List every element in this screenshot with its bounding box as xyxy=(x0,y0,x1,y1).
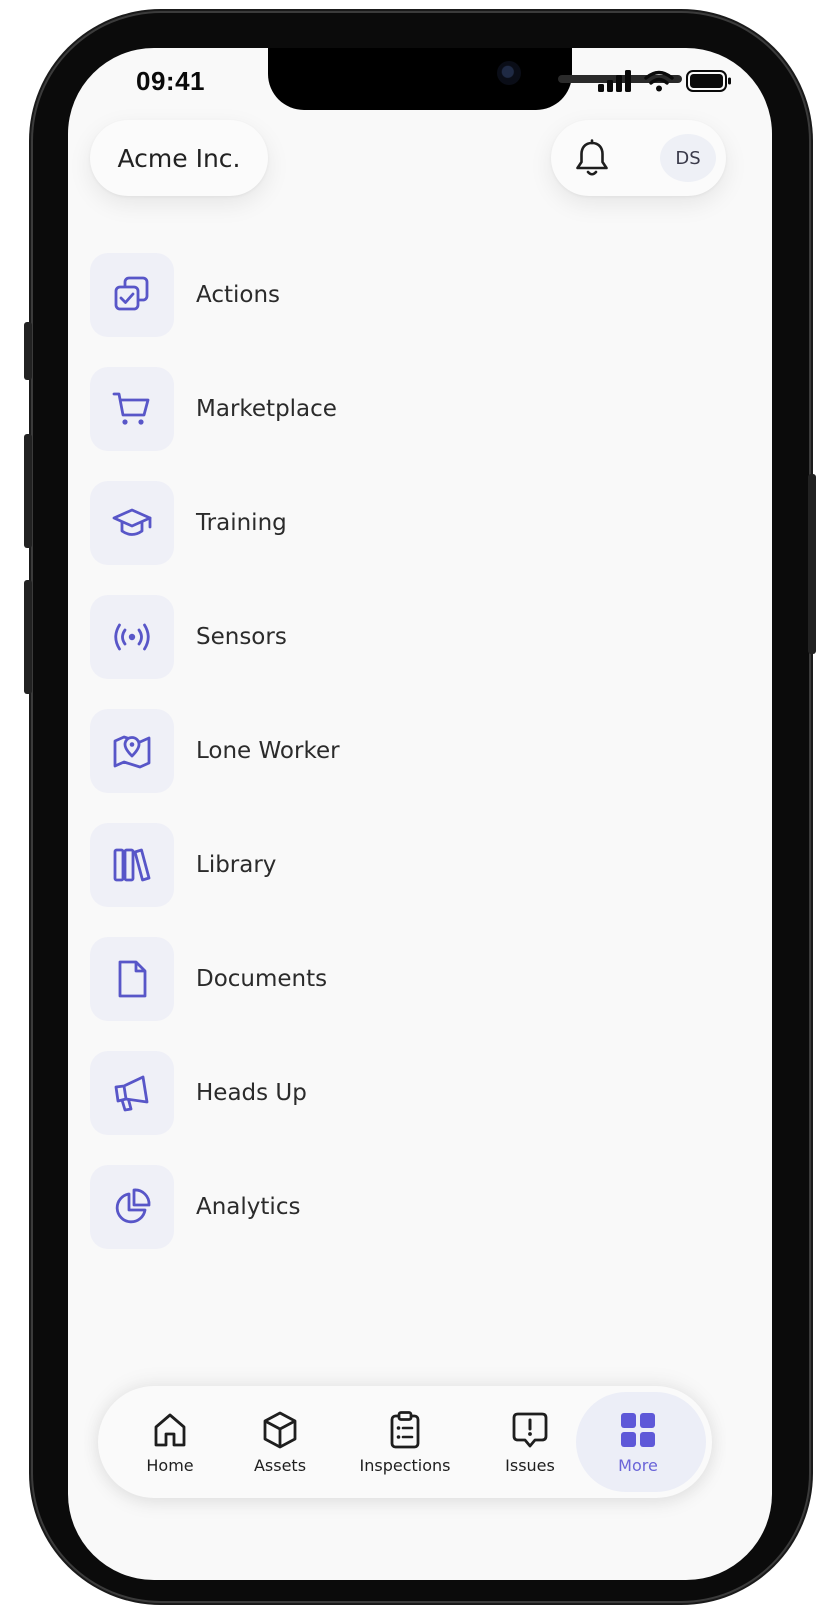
status-icons xyxy=(598,70,732,92)
tab-inspections[interactable]: Inspections xyxy=(343,1386,467,1498)
alert-bubble-icon xyxy=(512,1412,548,1447)
check-squares-icon xyxy=(114,276,149,311)
books-icon xyxy=(113,848,151,882)
grid-icon xyxy=(621,1412,655,1447)
cart-icon xyxy=(112,392,150,425)
notch xyxy=(268,48,682,110)
menu-icon-tile xyxy=(90,1051,174,1135)
company-name: Acme Inc. xyxy=(117,143,241,173)
tab-label: Assets xyxy=(253,1455,307,1475)
header-actions: DS xyxy=(551,120,726,196)
tab-label: Home xyxy=(146,1455,194,1475)
menu-item-label: Sensors xyxy=(196,624,287,650)
menu-icon-tile xyxy=(90,595,174,679)
clipboard-icon xyxy=(390,1410,420,1448)
company-switcher[interactable]: Acme Inc. xyxy=(90,120,268,196)
megaphone-icon xyxy=(114,1075,149,1112)
front-camera xyxy=(497,61,521,85)
home-icon xyxy=(154,1413,186,1446)
menu-item-library[interactable]: Library xyxy=(90,822,690,908)
menu-item-label: Training xyxy=(196,510,287,536)
notifications-button[interactable] xyxy=(573,139,611,183)
tab-more[interactable]: More xyxy=(576,1386,706,1498)
tab-issues[interactable]: Issues xyxy=(468,1386,592,1498)
broadcast-icon xyxy=(114,623,150,651)
menu-icon-tile xyxy=(90,367,174,451)
status-time: 09:41 xyxy=(136,66,205,96)
menu-icon-tile xyxy=(90,253,174,337)
menu-item-label: Heads Up xyxy=(196,1080,307,1106)
screen: 09:41 Acme Inc. DS Actions Marketplace T… xyxy=(68,48,772,1580)
wifi-icon xyxy=(644,70,674,92)
volume-down-button xyxy=(24,580,32,694)
menu-item-label: Actions xyxy=(196,282,281,308)
graduation-cap-icon xyxy=(112,508,152,536)
menu-item-label: Documents xyxy=(196,966,328,992)
tab-home[interactable]: Home xyxy=(108,1386,232,1498)
menu-item-actions[interactable]: Actions xyxy=(90,252,690,338)
menu-item-label: Lone Worker xyxy=(196,738,340,764)
menu-item-label: Marketplace xyxy=(196,396,337,422)
menu-icon-tile xyxy=(90,1165,174,1249)
signal-icon xyxy=(598,70,631,92)
tab-bar: Home Assets Inspections Issues More xyxy=(98,1386,712,1498)
menu-item-heads-up[interactable]: Heads Up xyxy=(90,1050,690,1136)
document-icon xyxy=(118,960,147,998)
menu-item-marketplace[interactable]: Marketplace xyxy=(90,366,690,452)
volume-up-button xyxy=(24,434,32,548)
mute-switch xyxy=(24,322,32,380)
menu-icon-tile xyxy=(90,709,174,793)
menu-item-lone-worker[interactable]: Lone Worker xyxy=(90,708,690,794)
bell-icon xyxy=(576,139,608,176)
menu-item-sensors[interactable]: Sensors xyxy=(90,594,690,680)
power-button xyxy=(808,474,816,654)
menu-item-training[interactable]: Training xyxy=(90,480,690,566)
menu-icon-tile xyxy=(90,823,174,907)
menu-icon-tile xyxy=(90,937,174,1021)
map-pin-icon xyxy=(113,735,151,769)
tab-label: More xyxy=(618,1455,658,1475)
tab-assets[interactable]: Assets xyxy=(218,1386,342,1498)
avatar[interactable]: DS xyxy=(660,134,716,182)
cube-icon xyxy=(263,1411,297,1448)
tab-label: Inspections xyxy=(359,1455,451,1475)
tab-label: Issues xyxy=(505,1455,555,1475)
battery-icon xyxy=(686,70,731,92)
pie-chart-icon xyxy=(115,1188,151,1224)
menu-icon-tile xyxy=(90,481,174,565)
menu-item-label: Library xyxy=(196,852,277,878)
menu-item-documents[interactable]: Documents xyxy=(90,936,690,1022)
menu-item-label: Analytics xyxy=(196,1194,301,1220)
menu-item-analytics[interactable]: Analytics xyxy=(90,1164,690,1250)
